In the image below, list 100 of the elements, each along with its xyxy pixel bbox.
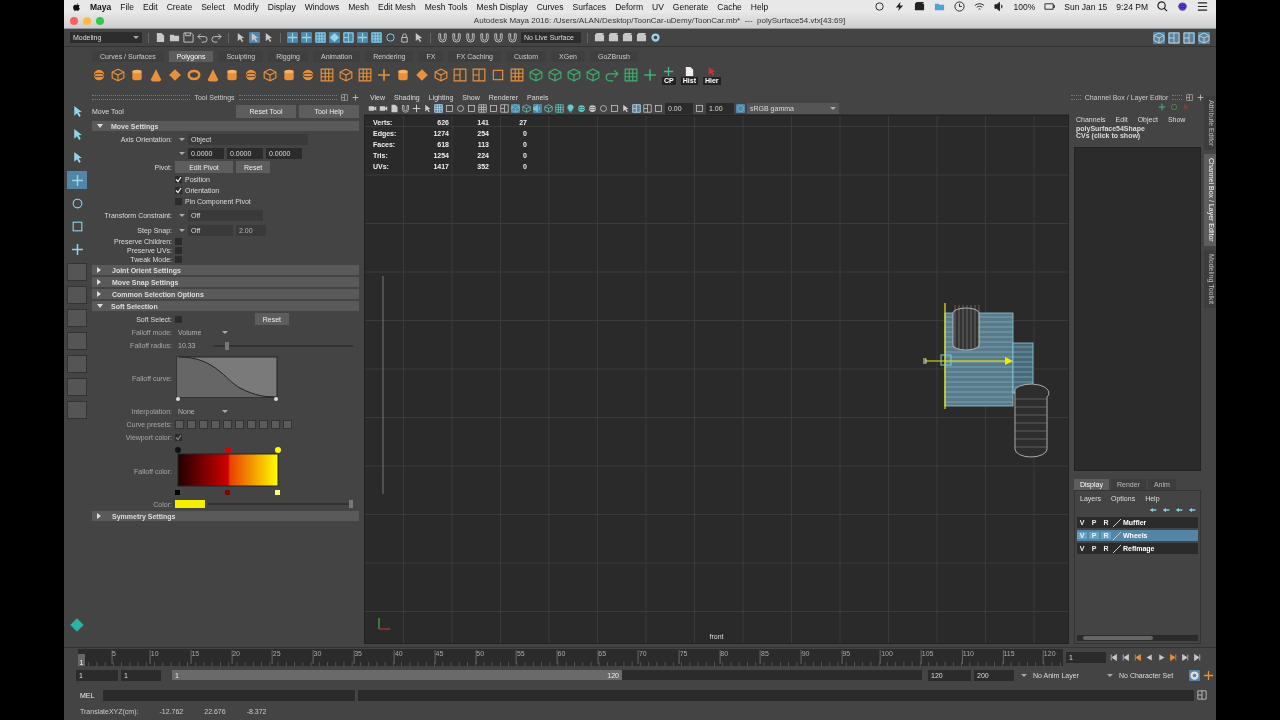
sphere-icon[interactable] bbox=[1177, 1, 1188, 12]
menu-item[interactable]: Generate bbox=[672, 1, 709, 12]
square-icon[interactable] bbox=[654, 103, 663, 113]
cube-icon[interactable] bbox=[529, 68, 543, 82]
layout-icon[interactable] bbox=[1168, 31, 1180, 44]
light-bulb-icon[interactable] bbox=[566, 103, 575, 113]
skip-to-start-icon[interactable] bbox=[1133, 653, 1142, 662]
sphere-icon[interactable] bbox=[92, 68, 106, 82]
diamond-icon[interactable] bbox=[69, 617, 85, 633]
magnet-icon[interactable] bbox=[465, 32, 476, 43]
layer-arrow-icon[interactable] bbox=[1175, 506, 1183, 514]
menu-item[interactable]: Cache bbox=[717, 1, 742, 12]
cube-icon[interactable] bbox=[434, 68, 448, 82]
magnet-icon[interactable] bbox=[437, 32, 448, 43]
grid-icon[interactable] bbox=[434, 103, 443, 113]
cursor-arrow-icon[interactable] bbox=[621, 103, 630, 113]
menu-item[interactable]: Edit Mesh bbox=[377, 1, 416, 12]
layer-arrow-icon[interactable] bbox=[1188, 506, 1196, 514]
folder-icon[interactable] bbox=[169, 32, 180, 43]
app-menu[interactable]: Maya bbox=[90, 1, 112, 12]
crosshair-icon[interactable] bbox=[352, 93, 359, 101]
sphere-icon[interactable] bbox=[301, 68, 315, 82]
magnet-icon[interactable] bbox=[479, 32, 490, 43]
layout-icon[interactable] bbox=[453, 68, 467, 82]
falloff-curve-graph[interactable] bbox=[175, 355, 279, 401]
clapperboard-icon[interactable] bbox=[594, 32, 605, 43]
cursor-arrow-icon[interactable] bbox=[263, 32, 274, 43]
skip-to-end-icon[interactable] bbox=[1169, 653, 1178, 662]
clapperboard-icon[interactable] bbox=[913, 1, 925, 12]
cube-icon[interactable] bbox=[511, 103, 520, 113]
magnet-icon[interactable] bbox=[507, 32, 518, 43]
diamond-icon[interactable] bbox=[329, 32, 340, 43]
square-icon[interactable] bbox=[695, 103, 704, 113]
cube-icon[interactable] bbox=[567, 68, 581, 82]
crosshair-icon[interactable] bbox=[1197, 93, 1204, 101]
layout-icon[interactable] bbox=[500, 103, 509, 113]
layer-arrow-icon[interactable] bbox=[1149, 506, 1157, 514]
camera-icon[interactable] bbox=[379, 103, 388, 113]
menu-item[interactable]: UV bbox=[652, 1, 664, 12]
camera-icon[interactable] bbox=[368, 103, 377, 113]
menu-item[interactable]: Help bbox=[750, 1, 769, 12]
checkbox[interactable] bbox=[175, 315, 182, 323]
clock-icon[interactable] bbox=[953, 1, 965, 12]
square-icon[interactable] bbox=[491, 68, 505, 82]
redo-arrow-icon[interactable] bbox=[605, 68, 619, 82]
crosshair-icon[interactable] bbox=[357, 32, 368, 43]
cursor-arrow-icon[interactable] bbox=[235, 32, 246, 43]
play-icon[interactable] bbox=[1157, 653, 1166, 662]
layout-icon[interactable] bbox=[1183, 31, 1195, 44]
cube-icon[interactable] bbox=[263, 68, 277, 82]
crosshair-icon[interactable] bbox=[1158, 103, 1166, 111]
layout-icon[interactable] bbox=[343, 32, 354, 43]
search-icon[interactable] bbox=[1157, 1, 1168, 12]
command-input-field[interactable] bbox=[103, 689, 355, 701]
menu-item[interactable]: Mesh Display bbox=[476, 1, 528, 12]
grid-icon[interactable] bbox=[624, 68, 638, 82]
layout-icon[interactable] bbox=[341, 93, 348, 101]
menu-item[interactable]: Mesh bbox=[348, 1, 369, 12]
menu-item[interactable]: Modify bbox=[233, 1, 259, 12]
clapperboard-icon[interactable] bbox=[636, 32, 647, 43]
layout-icon[interactable] bbox=[472, 68, 486, 82]
cursor-arrow-icon[interactable] bbox=[413, 32, 424, 43]
cube-icon[interactable] bbox=[522, 103, 531, 113]
cursor-arrow-icon[interactable] bbox=[249, 32, 260, 43]
layout-icon[interactable] bbox=[1197, 690, 1207, 700]
grid-icon[interactable] bbox=[555, 103, 564, 113]
square-icon[interactable] bbox=[610, 103, 619, 113]
color-gradient-ramp[interactable] bbox=[175, 446, 281, 496]
skip-to-end-icon[interactable] bbox=[1181, 653, 1190, 662]
grid-icon[interactable] bbox=[510, 68, 524, 82]
cone-icon[interactable] bbox=[206, 68, 220, 82]
window-close-button[interactable] bbox=[70, 16, 78, 25]
cube-icon[interactable] bbox=[548, 68, 562, 82]
menu-item[interactable]: Surfaces bbox=[572, 1, 607, 12]
layout-icon[interactable] bbox=[632, 103, 641, 113]
diamond-icon[interactable] bbox=[415, 68, 429, 82]
cube-icon[interactable] bbox=[1198, 31, 1210, 44]
file-icon[interactable] bbox=[155, 32, 166, 43]
cube-icon[interactable] bbox=[1153, 31, 1165, 44]
sphere-icon[interactable] bbox=[577, 103, 586, 113]
sphere-icon[interactable] bbox=[588, 103, 597, 113]
color-swatch[interactable] bbox=[175, 500, 205, 508]
square-icon[interactable] bbox=[467, 103, 476, 113]
grid-icon[interactable] bbox=[478, 103, 487, 113]
cube-icon[interactable] bbox=[544, 103, 553, 113]
circle-icon[interactable] bbox=[873, 1, 885, 12]
grid-icon[interactable] bbox=[371, 32, 382, 43]
layout-icon[interactable] bbox=[1186, 93, 1193, 101]
cylinder-icon[interactable] bbox=[225, 68, 239, 82]
checkbox[interactable] bbox=[175, 256, 182, 263]
undo-arrow-icon[interactable] bbox=[197, 32, 208, 43]
lock-icon[interactable] bbox=[399, 32, 410, 43]
magnet-icon[interactable] bbox=[493, 32, 504, 43]
menu-item[interactable]: Deform bbox=[615, 1, 643, 12]
menu-item[interactable]: Mesh Tools bbox=[424, 1, 468, 12]
battery-icon[interactable] bbox=[1044, 1, 1056, 12]
layer-arrow-icon[interactable] bbox=[1162, 506, 1170, 514]
cylinder-icon[interactable] bbox=[396, 68, 410, 82]
volume-icon[interactable] bbox=[993, 1, 1005, 12]
slider-thumb[interactable] bbox=[349, 500, 353, 508]
